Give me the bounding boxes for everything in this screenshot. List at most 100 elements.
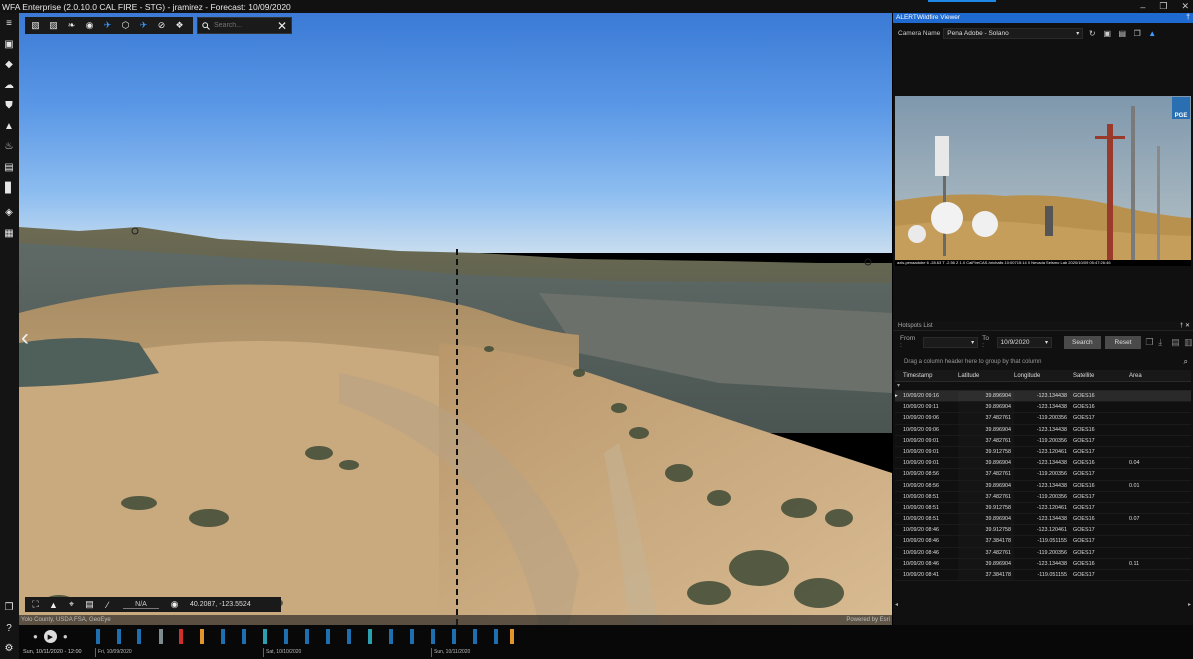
table-row[interactable]: 10/09/20 08:46 39.896904 -123.134438 GOES16…: [895, 559, 1191, 570]
timeline-segment[interactable]: [452, 629, 456, 644]
timeline-segment[interactable]: [510, 629, 514, 644]
timeline-segment[interactable]: [263, 629, 267, 644]
timeline-segment[interactable]: [347, 629, 351, 644]
timeline-segment[interactable]: [473, 629, 477, 644]
grid-search-icon[interactable]: ⌕: [1184, 356, 1188, 368]
download-icon[interactable]: ⤓: [1158, 337, 1167, 348]
camera-snapshot-icon[interactable]: ▣: [1101, 29, 1113, 38]
hazard-tool-icon[interactable]: ⬡: [118, 19, 133, 32]
timeline-segment[interactable]: [431, 629, 435, 644]
search-button[interactable]: Search: [1064, 335, 1101, 349]
settings-icon[interactable]: ⚙: [3, 642, 15, 654]
step-forward-icon[interactable]: ●: [63, 632, 68, 641]
menu-icon[interactable]: ≡: [3, 17, 15, 29]
timeline-segment[interactable]: [200, 629, 204, 644]
timeline-segment[interactable]: [389, 629, 393, 644]
to-date-field[interactable]: 10/9/2020 ▾: [996, 336, 1053, 348]
navigate-icon[interactable]: ▲: [1146, 29, 1158, 38]
table-row[interactable]: 10/09/20 08:51 37.482761 -119.200356 GOES17: [895, 492, 1191, 503]
timeline-segment[interactable]: [117, 629, 121, 644]
col-satellite[interactable]: Satellite: [1070, 370, 1126, 381]
wx-tool-icon[interactable]: ▨: [46, 19, 61, 32]
esri-credit[interactable]: Powered by Esri: [846, 615, 890, 625]
leaf-tool-icon[interactable]: ❧: [64, 19, 79, 32]
calendar-icon[interactable]: ▣: [3, 38, 15, 50]
table-row[interactable]: ▸ 10/09/20 09:16 39.896904 -123.134438 GOES1…: [895, 391, 1191, 403]
close-button[interactable]: ✕: [1181, 1, 1189, 12]
shield-icon[interactable]: ⛊: [3, 99, 15, 111]
timeline-segment[interactable]: [284, 629, 288, 644]
camera-tool-icon[interactable]: ◉: [82, 19, 97, 32]
north-arrow-icon[interactable]: ▲: [47, 598, 60, 611]
fire-icon[interactable]: ♨: [3, 140, 15, 152]
minimize-button[interactable]: –: [1140, 2, 1145, 12]
route-icon[interactable]: ◆: [3, 58, 15, 70]
timeline-segment[interactable]: [410, 629, 414, 644]
chart-icon[interactable]: ▊: [3, 182, 15, 194]
table-row[interactable]: 10/09/20 08:56 39.896904 -123.134438 GOES16…: [895, 481, 1191, 492]
measure-icon[interactable]: ∕: [101, 598, 114, 611]
table-row[interactable]: 10/09/20 09:01 39.896904 -123.134438 GOES16…: [895, 458, 1191, 470]
table-row[interactable]: 10/09/20 08:46 37.384178 -119.051155 GOES17: [895, 536, 1191, 548]
camera-name-select[interactable]: Pena Adobe - Solano ▾: [943, 27, 1084, 39]
table-row[interactable]: 10/09/20 08:56 37.482761 -119.200356 GOES17: [895, 469, 1191, 481]
save-icon[interactable]: ▤: [1116, 29, 1128, 38]
weather-icon[interactable]: ☁: [3, 79, 15, 91]
locate-icon[interactable]: ⌖: [65, 598, 78, 611]
table-row[interactable]: 10/09/20 09:06 37.482761 -119.200356 GOES17: [895, 413, 1191, 425]
table-row[interactable]: 10/09/20 09:11 39.896904 -123.134438 GOES16: [895, 402, 1191, 414]
refresh-icon[interactable]: ↻: [1086, 29, 1098, 38]
col-longitude[interactable]: Longitude: [1014, 370, 1070, 381]
table-row[interactable]: 10/09/20 08:51 39.896904 -123.134438 GOES16…: [895, 514, 1191, 526]
aircraft-tool-icon[interactable]: ✈: [136, 19, 151, 32]
legend-icon[interactable]: ▤: [83, 598, 96, 611]
layers-icon[interactable]: ◈: [3, 206, 15, 218]
export-icon[interactable]: ❐: [1145, 337, 1154, 348]
pin-icon[interactable]: †: [1186, 13, 1190, 23]
table-row[interactable]: 10/09/20 08:46 39.912758 -123.120461 GOES17: [895, 525, 1191, 537]
truck-icon[interactable]: ▤: [3, 161, 15, 173]
table-row[interactable]: 10/09/20 09:06 39.896904 -123.134438 GOES16: [895, 425, 1191, 436]
no-fly-tool-icon[interactable]: ⊘: [154, 19, 169, 32]
camera-feed-image[interactable]: PGE axis-penaadobe 6 -28.63 T -2.56 Z 1.…: [895, 96, 1191, 266]
timeline-segment[interactable]: [137, 629, 141, 644]
col-timestamp[interactable]: Timestamp: [900, 370, 958, 381]
col-area[interactable]: Area: [1126, 370, 1180, 381]
table-row[interactable]: 10/09/20 08:51 39.912758 -123.120461 GOES17: [895, 503, 1191, 515]
warning-icon[interactable]: ▲: [3, 120, 15, 132]
restore-button[interactable]: ❒: [1159, 1, 1167, 12]
timeline-segment[interactable]: [221, 629, 225, 644]
timeline-segment[interactable]: [242, 629, 246, 644]
table-row[interactable]: 10/09/20 09:01 37.482761 -119.200356 GOES17: [895, 436, 1191, 447]
step-back-icon[interactable]: ●: [33, 632, 38, 641]
map-search-input[interactable]: [214, 22, 274, 29]
satellite-tool-icon[interactable]: ✈: [100, 19, 115, 32]
copy-file-icon[interactable]: ▥: [1184, 337, 1193, 348]
table-row[interactable]: 10/09/20 08:41 37.384178 -119.051155 GOES17: [895, 570, 1191, 582]
map-view[interactable]: ▧ ▨ ❧ ◉ ✈ ⬡ ✈ ⊘ ❖ ✕ ‹ ⛶ ▲ ⌖ ▤ ∕ N/A ◉ 40…: [19, 13, 892, 625]
clear-search-icon[interactable]: ✕: [277, 19, 287, 33]
reset-button[interactable]: Reset: [1104, 335, 1142, 349]
play-icon[interactable]: ▶: [43, 630, 57, 643]
timeline-segment[interactable]: [96, 629, 100, 644]
timeline-segment[interactable]: [326, 629, 330, 644]
window-icon[interactable]: ❐: [3, 601, 15, 613]
table-row[interactable]: 10/09/20 08:46 37.482761 -119.200356 GOES17: [895, 548, 1191, 559]
copy-icon[interactable]: ❐: [1131, 29, 1143, 38]
grid-horizontal-scrollbar[interactable]: ◂ ▸: [895, 601, 1191, 609]
file-icon[interactable]: ▤: [1171, 337, 1180, 348]
grid-filter-row[interactable]: ▾: [895, 382, 1191, 391]
timeline-segment[interactable]: [494, 629, 498, 644]
close-hotspots-icon[interactable]: † ✕: [1180, 321, 1190, 331]
timeline-segment[interactable]: [179, 629, 183, 644]
table-row[interactable]: 10/09/20 09:01 39.912758 -123.120461 GOES17: [895, 447, 1191, 459]
fullscreen-icon[interactable]: ⛶: [29, 598, 42, 611]
timeline-segment[interactable]: [368, 629, 372, 644]
timeline-segment[interactable]: [159, 629, 163, 644]
from-date-field[interactable]: ▾: [922, 336, 979, 348]
col-latitude[interactable]: Latitude: [958, 370, 1014, 381]
apps-icon[interactable]: ▦: [3, 227, 15, 239]
puzzle-tool-icon[interactable]: ❖: [172, 19, 187, 32]
map-tool-icon[interactable]: ▧: [28, 19, 43, 32]
collapse-chevron-icon[interactable]: ‹: [21, 323, 35, 353]
